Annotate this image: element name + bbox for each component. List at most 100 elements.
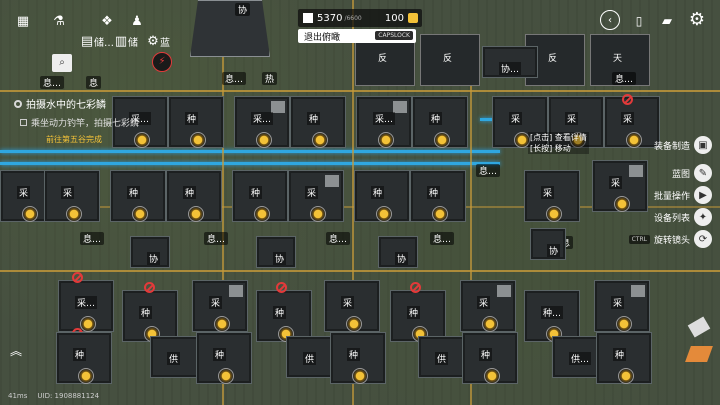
building-plant[interactable]: 种 [412,96,468,148]
building-coop[interactable]: 协 [130,236,170,268]
building-label: 供 [303,352,317,365]
blueprint-button[interactable]: ⚙ 蓝 [142,30,170,52]
storage-button[interactable]: ▤ 储… [76,30,114,52]
storage-button-2[interactable]: ▥ 储 [110,30,138,52]
resource-indicator [346,316,362,332]
gear-icon: ⚙ [147,33,159,49]
building-plant[interactable]: 种 [56,332,112,384]
building-coop[interactable]: 协 [256,236,296,268]
tooltip-click: [点击] 查看详情 [530,133,587,142]
building-label: 种… [541,306,564,319]
resource-indicator [254,206,270,222]
building-plant[interactable]: 种 [354,170,410,222]
quest-tracker[interactable]: 拍摄水中的七彩鳞 乘坐动力钓竿，拍摄七彩鳞 前往第五谷完成 [14,96,204,145]
quest-subtask: 前往第五谷完成 [46,135,102,144]
tools-icon: ✦ [694,208,712,226]
building-harvest[interactable]: 采 [524,170,580,222]
conveyor-belt [0,150,500,153]
building-label: 采 [305,186,319,199]
building-harvest[interactable]: 采… [58,280,114,332]
crane-rig [631,285,645,297]
building-harvest[interactable]: 采… [356,96,412,148]
resource-indicator [132,206,148,222]
resource-indicator [482,316,498,332]
building-plant[interactable]: 种 [596,332,652,384]
batch-operate-button[interactable]: 批量操作 ▶ [654,186,712,204]
building-tag: 息… [204,232,229,245]
building-plant[interactable]: 种 [390,290,446,342]
blueprint-label: 蓝 [160,38,170,49]
building-label: 种 [213,348,227,361]
building-plant[interactable]: 种 [290,96,346,148]
map-icon[interactable]: ▦ [12,10,34,32]
lab-icon[interactable]: ⚗ [48,10,70,32]
building-plant[interactable]: 种 [462,332,518,384]
resource-indicator [218,368,234,384]
back-icon[interactable]: ‹ [600,10,620,30]
building-label: 反 [548,54,558,64]
building-plant[interactable]: 种 [256,290,312,342]
quest-item: 乘坐动力钓竿，拍摄七彩鳞 [31,119,140,129]
robot-icon[interactable]: ♟ [126,10,148,32]
folder-icon[interactable]: ▰ [656,10,678,32]
resource-bar: 5370 /6600 100 [298,9,422,27]
building-plant[interactable]: 种 [166,170,222,222]
building-harvest[interactable]: 采 [324,280,380,332]
building-coop[interactable]: 协 [378,236,418,268]
building-label: 采 [17,186,31,199]
crane-rig [497,285,511,297]
forbidden-icon [72,272,83,283]
building-harvest[interactable]: 采 [288,170,344,222]
building-label: 采 [209,296,223,309]
building-harvest[interactable]: 采 [192,280,248,332]
equipment-craft-button[interactable]: 装备制造 ▣ [654,136,712,154]
building-plant[interactable]: 种… [524,290,580,342]
count-value: 100 [384,12,404,24]
building-coop[interactable]: 协 [530,228,566,260]
exit-view-button[interactable]: 退出俯瞰 CAPSLOCK [298,29,416,43]
search-map-icon[interactable]: ⌕ [52,54,72,72]
settings-gear-icon[interactable]: ⚙ [686,8,708,30]
blueprint-menu-button[interactable]: 蓝图 ✎ [672,164,712,182]
building-label: 采 [541,186,555,199]
building-harvest[interactable]: 采 [592,160,648,212]
resource-indicator [546,206,562,222]
phone-icon[interactable]: ▯ [628,10,650,32]
storage-icon: ▥ [114,33,128,49]
building-harvest[interactable]: 采… [234,96,290,148]
building-plant[interactable]: 种 [410,170,466,222]
resource-indicator [352,368,368,384]
building-reverse[interactable]: 反 [420,34,480,86]
resource-indicator [188,206,204,222]
building-label: 种 [429,112,443,125]
building-plant[interactable]: 种 [330,332,386,384]
building-harvest[interactable]: 采 [604,96,660,148]
building-label: 种 [371,186,385,199]
device-list-button[interactable]: 设备列表 ✦ [654,208,712,226]
building-tag: 息… [326,232,351,245]
expand-up-icon[interactable]: ︽ [10,342,24,362]
building-label: 采 [341,296,355,309]
building-plant[interactable]: 种 [122,290,178,342]
rotate-camera-button[interactable]: CTRL 旋转镜头 ⟳ [628,230,712,248]
no-power-icon[interactable]: ⚡ [152,52,172,72]
crane-rig [271,101,285,113]
building-harvest[interactable]: 采 [460,280,516,332]
batch-operate-label: 批量操作 [653,191,690,202]
building-label: 种 [613,348,627,361]
building-harvest[interactable]: 采 [594,280,650,332]
forbidden-icon [410,282,421,293]
central-tower[interactable] [190,0,270,57]
building-coop[interactable]: 协… [482,46,538,78]
forbidden-icon [144,282,155,293]
power-rail [0,270,720,272]
building-plant[interactable]: 种 [196,332,252,384]
building-label: 供… [569,352,592,365]
building-label: 协 [395,252,409,265]
building-harvest[interactable]: 采 [44,170,100,222]
rotate-icon: ⟳ [694,230,712,248]
building-plant[interactable]: 种 [110,170,166,222]
network-icon[interactable]: ❖ [96,10,118,32]
storage-icon: ▤ [80,33,94,49]
building-plant[interactable]: 种 [232,170,288,222]
